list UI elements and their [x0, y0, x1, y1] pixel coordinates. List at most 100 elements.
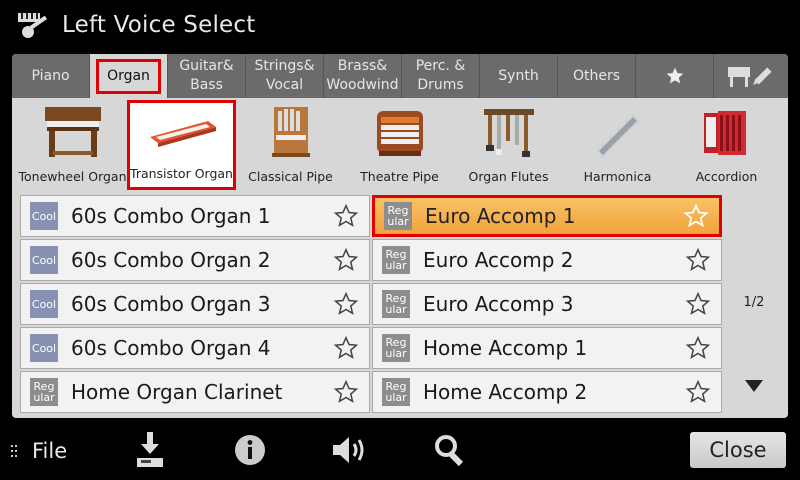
- voice-type-badge: Reg ular: [382, 246, 410, 274]
- organ-flutes-icon: [459, 100, 559, 164]
- voice-item-selected[interactable]: Reg ular Euro Accomp 1: [372, 195, 722, 237]
- harmonica-icon: [568, 100, 668, 164]
- piano-edit-icon: [728, 67, 772, 87]
- subcat-label: Tonewheel Organ: [18, 169, 127, 184]
- voice-type-badge: Cool: [30, 334, 58, 362]
- tab-organ[interactable]: Organ: [90, 54, 168, 98]
- voice-name: Home Organ Clarinet: [71, 380, 283, 404]
- favorite-star-icon[interactable]: [685, 291, 711, 317]
- page-navigator: 1/2: [726, 193, 782, 415]
- subcategory-row: Tonewheel Organ Transistor Organ Classic…: [18, 100, 782, 190]
- tab-label: Piano: [31, 67, 70, 84]
- tab-favorites[interactable]: [636, 54, 714, 98]
- tab-piano[interactable]: Piano: [12, 54, 90, 98]
- voice-list: Cool 60s Combo Organ 1 Cool 60s Combo Or…: [18, 193, 724, 415]
- voice-type-badge: Cool: [30, 202, 58, 230]
- tab-perc-drums[interactable]: Perc. & Drums: [402, 54, 480, 98]
- voice-name: Euro Accomp 2: [423, 248, 574, 272]
- voice-item[interactable]: Reg ular Home Organ Clarinet: [20, 371, 370, 413]
- info-icon: [235, 435, 265, 465]
- voice-item[interactable]: Cool 60s Combo Organ 3: [20, 283, 370, 325]
- page-indicator: 1/2: [743, 295, 765, 310]
- subcat-tonewheel-organ[interactable]: Tonewheel Organ: [18, 100, 127, 190]
- tab-guitar-bass[interactable]: Guitar& Bass: [168, 54, 246, 98]
- menu-handle-icon: [11, 445, 17, 457]
- subcat-label: Accordion: [695, 169, 758, 184]
- save-icon: [137, 432, 163, 467]
- favorite-star-icon[interactable]: [685, 379, 711, 405]
- tab-label: Synth: [498, 67, 539, 84]
- voice-name: 60s Combo Organ 1: [71, 204, 271, 228]
- voice-type-badge: Cool: [30, 290, 58, 318]
- tab-brass-woodwind[interactable]: Brass& Woodwind: [324, 54, 402, 98]
- tab-others[interactable]: Others: [558, 54, 636, 98]
- search-button[interactable]: [430, 428, 470, 472]
- window-title: Left Voice Select: [62, 12, 256, 38]
- voice-name: 60s Combo Organ 3: [71, 292, 271, 316]
- voice-item[interactable]: Reg ular Euro Accomp 3: [372, 283, 722, 325]
- classical-pipe-icon: [241, 100, 341, 164]
- favorite-star-icon[interactable]: [333, 379, 359, 405]
- close-button[interactable]: Close: [690, 432, 786, 468]
- favorite-star-icon[interactable]: [333, 335, 359, 361]
- favorite-star-icon[interactable]: [683, 203, 709, 229]
- voice-item[interactable]: Cool 60s Combo Organ 4: [20, 327, 370, 369]
- sound-button[interactable]: [330, 428, 370, 472]
- voice-name: Home Accomp 2: [423, 380, 588, 404]
- voice-item[interactable]: Cool 60s Combo Organ 2: [20, 239, 370, 281]
- tab-label: Brass& Woodwind: [326, 58, 399, 93]
- voice-name: Euro Accomp 1: [425, 204, 576, 228]
- save-button[interactable]: [130, 428, 170, 472]
- triangle-down-icon: [745, 380, 763, 392]
- tab-synth[interactable]: Synth: [480, 54, 558, 98]
- voice-name: 60s Combo Organ 4: [71, 336, 271, 360]
- subcat-label: Transistor Organ: [130, 166, 233, 181]
- bottom-toolbar: [0, 420, 800, 480]
- tab-strings-vocal[interactable]: Strings& Vocal: [246, 54, 324, 98]
- voice-type-badge: Cool: [30, 246, 58, 274]
- voice-item[interactable]: Cool 60s Combo Organ 1: [20, 195, 370, 237]
- theatre-pipe-icon: [350, 100, 450, 164]
- tab-user[interactable]: [714, 54, 788, 98]
- voice-type-badge: Reg ular: [30, 378, 58, 406]
- voice-select-icon: [16, 10, 52, 44]
- subcat-theatre-pipe[interactable]: Theatre Pipe: [345, 100, 454, 190]
- speaker-icon: [333, 437, 364, 463]
- voice-type-badge: Reg ular: [382, 334, 410, 362]
- voice-item[interactable]: Reg ular Home Accomp 2: [372, 371, 722, 413]
- subcat-organ-flutes[interactable]: Organ Flutes: [454, 100, 563, 190]
- transistor-organ-icon: [132, 103, 232, 161]
- subcat-transistor-organ[interactable]: Transistor Organ: [127, 100, 236, 190]
- subcat-accordion[interactable]: Accordion: [672, 100, 781, 190]
- search-icon: [435, 435, 464, 467]
- voice-item[interactable]: Reg ular Euro Accomp 2: [372, 239, 722, 281]
- voice-type-badge: Reg ular: [384, 202, 412, 230]
- category-tabs: Piano Organ Guitar& Bass Strings& Vocal Br…: [12, 54, 788, 98]
- favorite-star-icon[interactable]: [685, 335, 711, 361]
- voice-name: Euro Accomp 3: [423, 292, 574, 316]
- subcat-label: Classical Pipe: [248, 169, 333, 184]
- favorite-star-icon[interactable]: [333, 203, 359, 229]
- subcat-classical-pipe[interactable]: Classical Pipe: [236, 100, 345, 190]
- star-icon: [666, 67, 683, 84]
- tab-label: Perc. & Drums: [415, 58, 466, 93]
- file-button[interactable]: File: [10, 434, 67, 468]
- voice-type-badge: Reg ular: [382, 290, 410, 318]
- voice-name: Home Accomp 1: [423, 336, 588, 360]
- info-button[interactable]: [230, 428, 270, 472]
- favorite-star-icon[interactable]: [685, 247, 711, 273]
- subcat-harmonica[interactable]: Harmonica: [563, 100, 672, 190]
- favorite-star-icon[interactable]: [333, 247, 359, 273]
- subcat-label: Organ Flutes: [468, 169, 549, 184]
- page-down-button[interactable]: [738, 371, 770, 401]
- file-label: File: [32, 439, 68, 463]
- voice-type-badge: Reg ular: [382, 378, 410, 406]
- tonewheel-organ-icon: [23, 100, 123, 164]
- favorite-star-icon[interactable]: [333, 291, 359, 317]
- voice-name: 60s Combo Organ 2: [71, 248, 271, 272]
- tab-label: Others: [572, 67, 621, 84]
- tab-label: Guitar& Bass: [179, 58, 234, 93]
- voice-item[interactable]: Reg ular Home Accomp 1: [372, 327, 722, 369]
- tab-label: Organ: [96, 58, 161, 94]
- accordion-icon: [677, 100, 777, 164]
